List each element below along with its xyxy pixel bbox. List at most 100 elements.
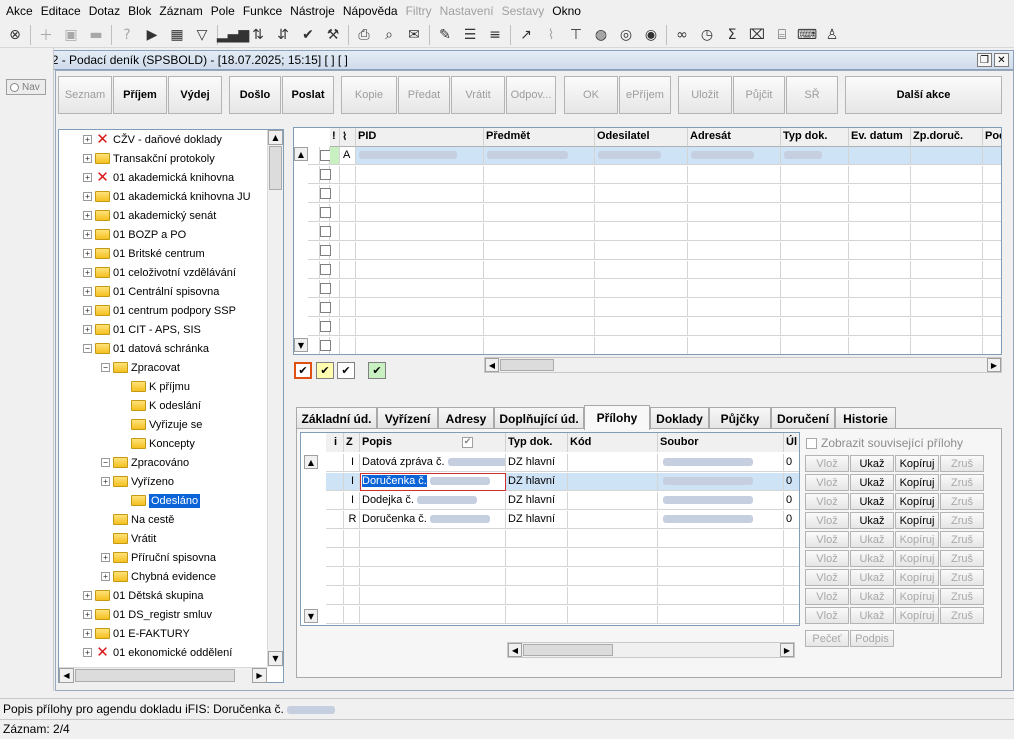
att-cell[interactable] (568, 568, 658, 586)
menu-nastroje[interactable]: Nástroje (286, 0, 339, 22)
expand-icon[interactable]: + (83, 173, 92, 182)
grid-cell[interactable] (484, 223, 595, 241)
tab-adresy[interactable]: Adresy (438, 407, 494, 429)
user-icon[interactable]: ♙ (821, 24, 843, 46)
tree-node[interactable]: + ✕ 01 akademická knihovna (83, 168, 234, 187)
menu-pole[interactable]: Pole (207, 0, 239, 22)
expand-icon[interactable]: + (83, 154, 92, 163)
grid-cell[interactable] (308, 280, 320, 298)
att-cell[interactable] (568, 587, 658, 605)
play-icon[interactable]: ▶ (141, 24, 163, 46)
menu-nastaveni[interactable]: Nastavení (436, 0, 498, 22)
grid-hscroll-thumb[interactable] (500, 359, 554, 371)
expand-icon[interactable]: + (83, 230, 92, 239)
grid-cell[interactable] (781, 147, 849, 165)
expand-icon[interactable]: + (83, 610, 92, 619)
grid-cell[interactable] (330, 223, 340, 241)
att-cell[interactable] (506, 549, 568, 567)
vloz-button[interactable]: Vlož (805, 569, 849, 586)
ukaz-button[interactable]: Ukaž (850, 474, 894, 491)
grid-cell[interactable] (340, 299, 356, 317)
grid-cell[interactable] (688, 204, 781, 222)
tab-doplnujici-ud[interactable]: Doplňující úd. (494, 407, 584, 429)
tab-doruceni[interactable]: Doručení (771, 407, 835, 429)
grid-cell[interactable] (340, 318, 356, 336)
show-related-toggle[interactable]: Zobrazit související přílohy (806, 436, 963, 450)
tree-node[interactable]: Koncepty (119, 434, 195, 453)
grid-cell[interactable] (330, 280, 340, 298)
grid-cell[interactable] (849, 299, 911, 317)
add-icon[interactable]: ＋ (35, 24, 57, 46)
tree-node[interactable]: + ✕ CŽV - daňové doklady (83, 130, 222, 149)
expand-icon[interactable]: + (83, 135, 92, 144)
grid-cell[interactable] (983, 280, 1001, 298)
att-cell[interactable] (326, 568, 344, 586)
att-cell[interactable] (326, 473, 344, 491)
folder-tree[interactable]: + ✕ CŽV - daňové doklady + Transakční protok… (58, 129, 284, 683)
grid-cell[interactable] (330, 185, 340, 203)
grid-cell[interactable] (688, 299, 781, 317)
grid-cell[interactable] (781, 261, 849, 279)
ukaz-button[interactable]: Ukaž (850, 550, 894, 567)
tree-scroll-thumb[interactable] (269, 146, 282, 190)
grid-cell[interactable] (356, 242, 484, 260)
poslat-button[interactable]: Poslat (282, 76, 334, 114)
grid-cell[interactable] (320, 166, 331, 184)
grid-cell[interactable] (911, 337, 983, 354)
dalsi-akce-button[interactable]: Další akce (845, 76, 1002, 114)
expand-icon[interactable]: − (83, 344, 92, 353)
att-cell[interactable] (568, 492, 658, 510)
tab-vyrizeni[interactable]: Vyřízení (377, 407, 438, 429)
att-cell[interactable] (326, 492, 344, 510)
grid-cell[interactable] (320, 261, 331, 279)
grid-cell[interactable] (781, 280, 849, 298)
grid-scroll-up-icon[interactable]: ▲ (294, 147, 308, 161)
grid-cell[interactable] (484, 261, 595, 279)
vloz-button[interactable]: Vlož (805, 550, 849, 567)
odpov-button[interactable]: Odpov... (506, 76, 556, 114)
grid-cell[interactable] (983, 147, 1001, 165)
ukaz-button[interactable]: Ukaž (850, 569, 894, 586)
grid-cell[interactable] (595, 223, 688, 241)
grid-cell[interactable] (688, 318, 781, 336)
vratit-button[interactable]: Vrátit (451, 76, 505, 114)
menu-dotaz[interactable]: Dotaz (85, 0, 124, 22)
grid-cell[interactable] (849, 242, 911, 260)
grid-cell[interactable] (595, 280, 688, 298)
compass-icon[interactable]: ◎ (615, 24, 637, 46)
grid-cell[interactable] (781, 242, 849, 260)
att-cell[interactable]: I (344, 492, 360, 510)
checklist-icon[interactable]: ≡ (484, 24, 506, 46)
att-cell[interactable]: I (344, 473, 360, 491)
att-cell[interactable] (658, 530, 784, 548)
tree-node[interactable]: K příjmu (119, 377, 190, 396)
att-cell[interactable] (658, 511, 784, 529)
grid-cell[interactable] (911, 299, 983, 317)
menu-sestavy[interactable]: Sestavy (498, 0, 549, 22)
vloz-button[interactable]: Vlož (805, 493, 849, 510)
glasses-icon[interactable]: ∞ (671, 24, 693, 46)
grid-cell[interactable] (595, 318, 688, 336)
expand-icon[interactable]: + (101, 553, 110, 562)
att-cell[interactable]: 0 (784, 473, 799, 491)
att-cell[interactable] (784, 549, 799, 567)
prijem-button[interactable]: Příjem (113, 76, 167, 114)
att-cell[interactable] (360, 587, 506, 605)
scroll-left-icon[interactable]: ◀ (485, 358, 499, 372)
save-icon[interactable]: ▣ (60, 24, 82, 46)
grid-cell[interactable] (849, 280, 911, 298)
filter-icon[interactable]: ▽ (191, 24, 213, 46)
grid-cell[interactable] (330, 337, 340, 354)
grid-cell[interactable] (330, 166, 340, 184)
expand-icon[interactable]: + (101, 572, 110, 581)
att-cell[interactable] (784, 568, 799, 586)
att-cell[interactable] (658, 549, 784, 567)
grid-cell[interactable] (308, 185, 320, 203)
scroll-right-icon[interactable]: ▶ (987, 358, 1001, 372)
tree-node[interactable]: Vrátit (101, 529, 156, 548)
grid-cell[interactable] (484, 299, 595, 317)
col-z[interactable]: Z (344, 433, 360, 452)
grid-cell[interactable] (308, 318, 320, 336)
tree-node[interactable]: K odeslání (119, 396, 201, 415)
tree-node[interactable]: + Chybná evidence (101, 567, 216, 586)
